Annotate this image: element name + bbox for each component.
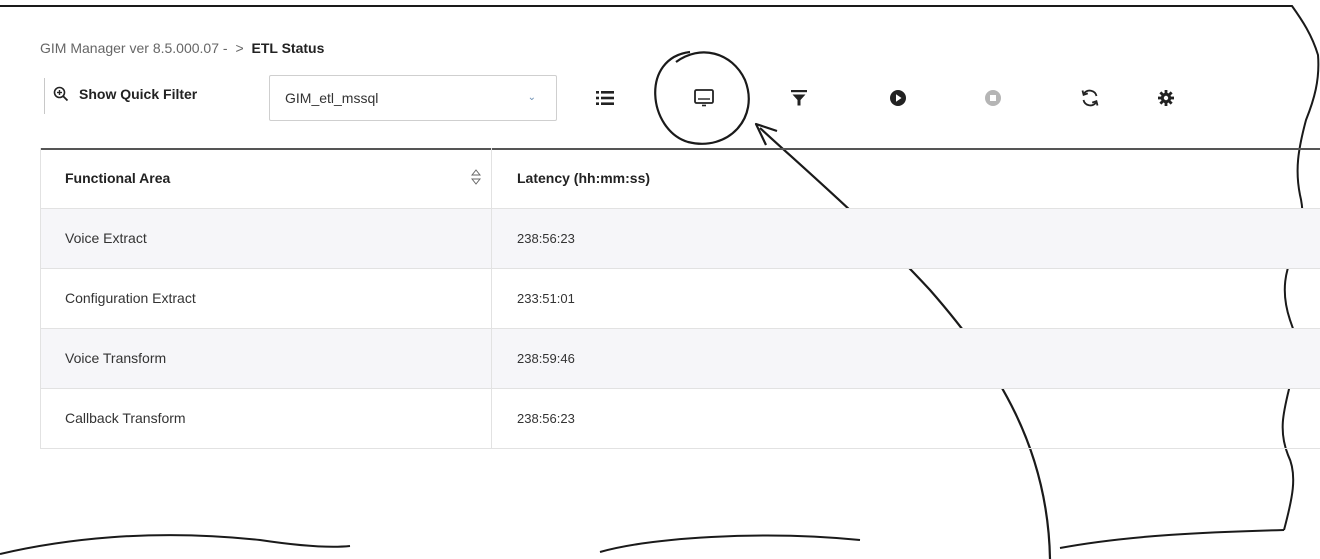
etl-status-table: Functional Area Latency (hh:mm:ss) Voice… (40, 148, 1320, 449)
monitor-icon (694, 89, 714, 107)
refresh-icon (1081, 89, 1099, 107)
breadcrumb: GIM Manager ver 8.5.000.07 - > ETL Statu… (40, 40, 324, 56)
app-title: GIM Manager ver 8.5.000.07 - (40, 40, 228, 56)
cell-latency: 233:51:01 (491, 268, 1320, 329)
table-row[interactable]: Configuration Extract 233:51:01 (40, 268, 1320, 329)
table-row[interactable]: Voice Extract 238:56:23 (40, 208, 1320, 269)
data-source-value: GIM_etl_mssql (285, 90, 379, 106)
monitor-view-button[interactable] (688, 82, 720, 114)
column-header-latency[interactable]: Latency (hh:mm:ss) (491, 148, 1320, 209)
stop-icon (985, 90, 1001, 106)
cell-functional-area: Voice Transform (40, 328, 492, 389)
filter-icon (791, 90, 807, 106)
table-row[interactable]: Voice Transform 238:59:46 (40, 328, 1320, 389)
column-header-functional-area[interactable]: Functional Area (40, 148, 492, 209)
data-source-select[interactable]: GIM_etl_mssql ⌄ (269, 75, 557, 121)
cell-latency: 238:56:23 (491, 208, 1320, 269)
sort-icon[interactable] (470, 168, 482, 189)
stop-button[interactable] (977, 82, 1009, 114)
play-icon (890, 90, 906, 106)
chevron-down-icon: ⌄ (527, 92, 536, 103)
zoom-in-icon (53, 86, 69, 102)
quick-filter-label: Show Quick Filter (79, 86, 198, 102)
cell-functional-area: Callback Transform (40, 388, 492, 449)
refresh-button[interactable] (1074, 82, 1106, 114)
start-button[interactable] (882, 82, 914, 114)
cell-functional-area: Voice Extract (40, 208, 492, 269)
settings-icon (1158, 90, 1174, 106)
breadcrumb-separator: > (235, 40, 244, 56)
cell-latency: 238:56:23 (491, 388, 1320, 449)
toolbar-divider (44, 78, 45, 114)
cell-functional-area: Configuration Extract (40, 268, 492, 329)
show-quick-filter-button[interactable]: Show Quick Filter (53, 86, 197, 102)
page-title: ETL Status (251, 40, 325, 56)
list-icon (596, 91, 614, 105)
filter-button[interactable] (783, 82, 815, 114)
table-header-row: Functional Area Latency (hh:mm:ss) (40, 148, 1320, 209)
table-row[interactable]: Callback Transform 238:56:23 (40, 388, 1320, 449)
settings-button[interactable] (1150, 82, 1182, 114)
cell-latency: 238:59:46 (491, 328, 1320, 389)
list-view-button[interactable] (589, 82, 621, 114)
